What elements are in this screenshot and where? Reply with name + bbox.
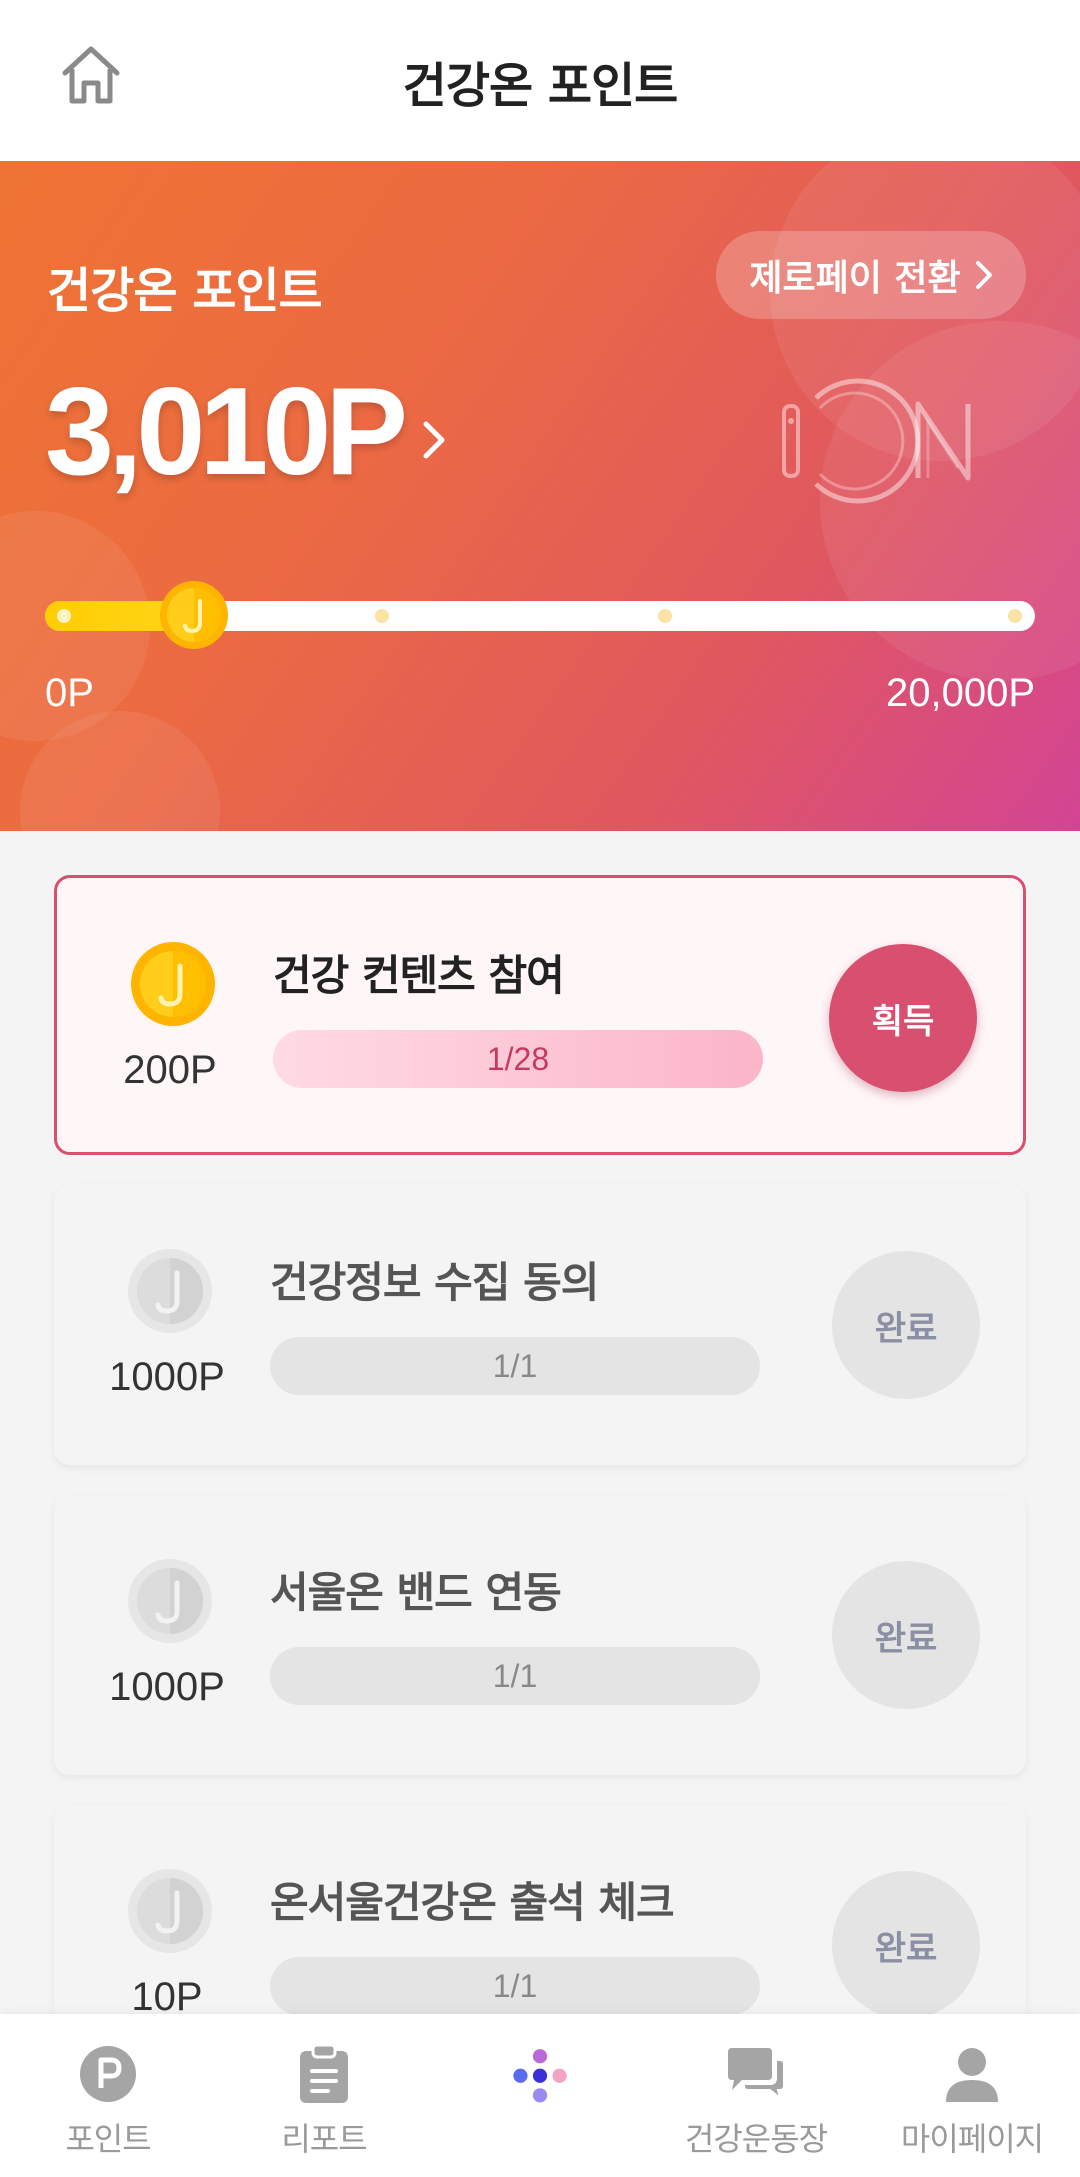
points-progress-bar bbox=[45, 581, 1035, 649]
hero-title: 건강온 포인트 bbox=[47, 263, 323, 319]
progress-marker bbox=[658, 609, 672, 623]
points-hero: 건강온 포인트 제로페이 전환 3,010P 0P 20,000P bbox=[0, 161, 1080, 831]
points-icon bbox=[76, 2042, 140, 2106]
coin-icon bbox=[131, 942, 215, 1026]
chevron-right-icon bbox=[975, 261, 992, 289]
task-progress: 1/28 bbox=[273, 1030, 763, 1088]
zeropay-switch-button[interactable]: 제로페이 전환 bbox=[716, 231, 1026, 319]
nav-item-community[interactable]: 건강운동장 bbox=[648, 2014, 864, 2177]
nav-label: 포인트 bbox=[65, 2120, 151, 2158]
bottom-nav: 포인트 리포트 건강운동장 마이페이지 bbox=[0, 2014, 1080, 2177]
range-min-label: 0P bbox=[45, 671, 94, 715]
points-total-link[interactable]: 3,010P bbox=[45, 361, 446, 503]
progress-marker bbox=[375, 609, 389, 623]
home-dots-icon bbox=[508, 2042, 572, 2106]
task-card: 1000P 건강정보 수집 동의 1/1 완료 bbox=[54, 1185, 1026, 1465]
chat-icon bbox=[724, 2042, 788, 2106]
coin-icon bbox=[160, 581, 228, 649]
task-progress: 1/1 bbox=[270, 1337, 760, 1395]
coin-icon bbox=[128, 1869, 212, 1953]
task-progress: 1/1 bbox=[270, 1647, 760, 1705]
switch-label: 제로페이 전환 bbox=[749, 258, 961, 299]
completed-button[interactable]: 완료 bbox=[832, 1871, 980, 2019]
task-points: 1000P bbox=[109, 1665, 225, 1709]
claim-button[interactable]: 획득 bbox=[829, 944, 977, 1092]
nav-label: 리포트 bbox=[281, 2120, 367, 2158]
nav-label: 마이페이지 bbox=[900, 2120, 1044, 2158]
points-total: 3,010P bbox=[45, 363, 408, 501]
nav-item-points[interactable]: 포인트 bbox=[0, 2014, 216, 2177]
range-max-label: 20,000P bbox=[885, 671, 1035, 715]
on-logo bbox=[782, 378, 971, 504]
coin-icon bbox=[128, 1559, 212, 1643]
task-progress: 1/1 bbox=[270, 1957, 760, 2015]
task-card: 200P 건강 컨텐츠 참여 1/28 획득 bbox=[54, 875, 1026, 1155]
task-title: 건강정보 수집 동의 bbox=[270, 1258, 599, 1307]
coin-icon bbox=[128, 1249, 212, 1333]
task-title: 서울온 밴드 연동 bbox=[270, 1568, 562, 1617]
profile-icon bbox=[940, 2042, 1004, 2106]
chevron-right-icon bbox=[423, 421, 445, 459]
nav-item-home[interactable] bbox=[432, 2014, 648, 2177]
task-points: 1000P bbox=[109, 1355, 225, 1399]
nav-label: 건강운동장 bbox=[684, 2120, 828, 2158]
page-title: 건강온 포인트 bbox=[402, 57, 679, 114]
task-list: 200P 건강 컨텐츠 참여 1/28 획득 1000P 건강정보 수집 동의 … bbox=[54, 875, 1026, 2115]
nav-item-mypage[interactable]: 마이페이지 bbox=[864, 2014, 1080, 2177]
task-title: 건강 컨텐츠 참여 bbox=[273, 951, 565, 1000]
home-icon bbox=[62, 46, 120, 104]
home-button[interactable] bbox=[52, 36, 130, 114]
report-icon bbox=[292, 2042, 356, 2106]
progress-marker bbox=[1008, 609, 1022, 623]
task-card: 1000P 서울온 밴드 연동 1/1 완료 bbox=[54, 1495, 1026, 1775]
task-points: 200P bbox=[123, 1048, 217, 1092]
progress-marker bbox=[57, 609, 71, 623]
nav-item-report[interactable]: 리포트 bbox=[216, 2014, 432, 2177]
task-title: 온서울건강온 출석 체크 bbox=[270, 1878, 675, 1927]
app-header: 건강온 포인트 bbox=[0, 0, 1080, 161]
completed-button[interactable]: 완료 bbox=[832, 1561, 980, 1709]
completed-button[interactable]: 완료 bbox=[832, 1251, 980, 1399]
